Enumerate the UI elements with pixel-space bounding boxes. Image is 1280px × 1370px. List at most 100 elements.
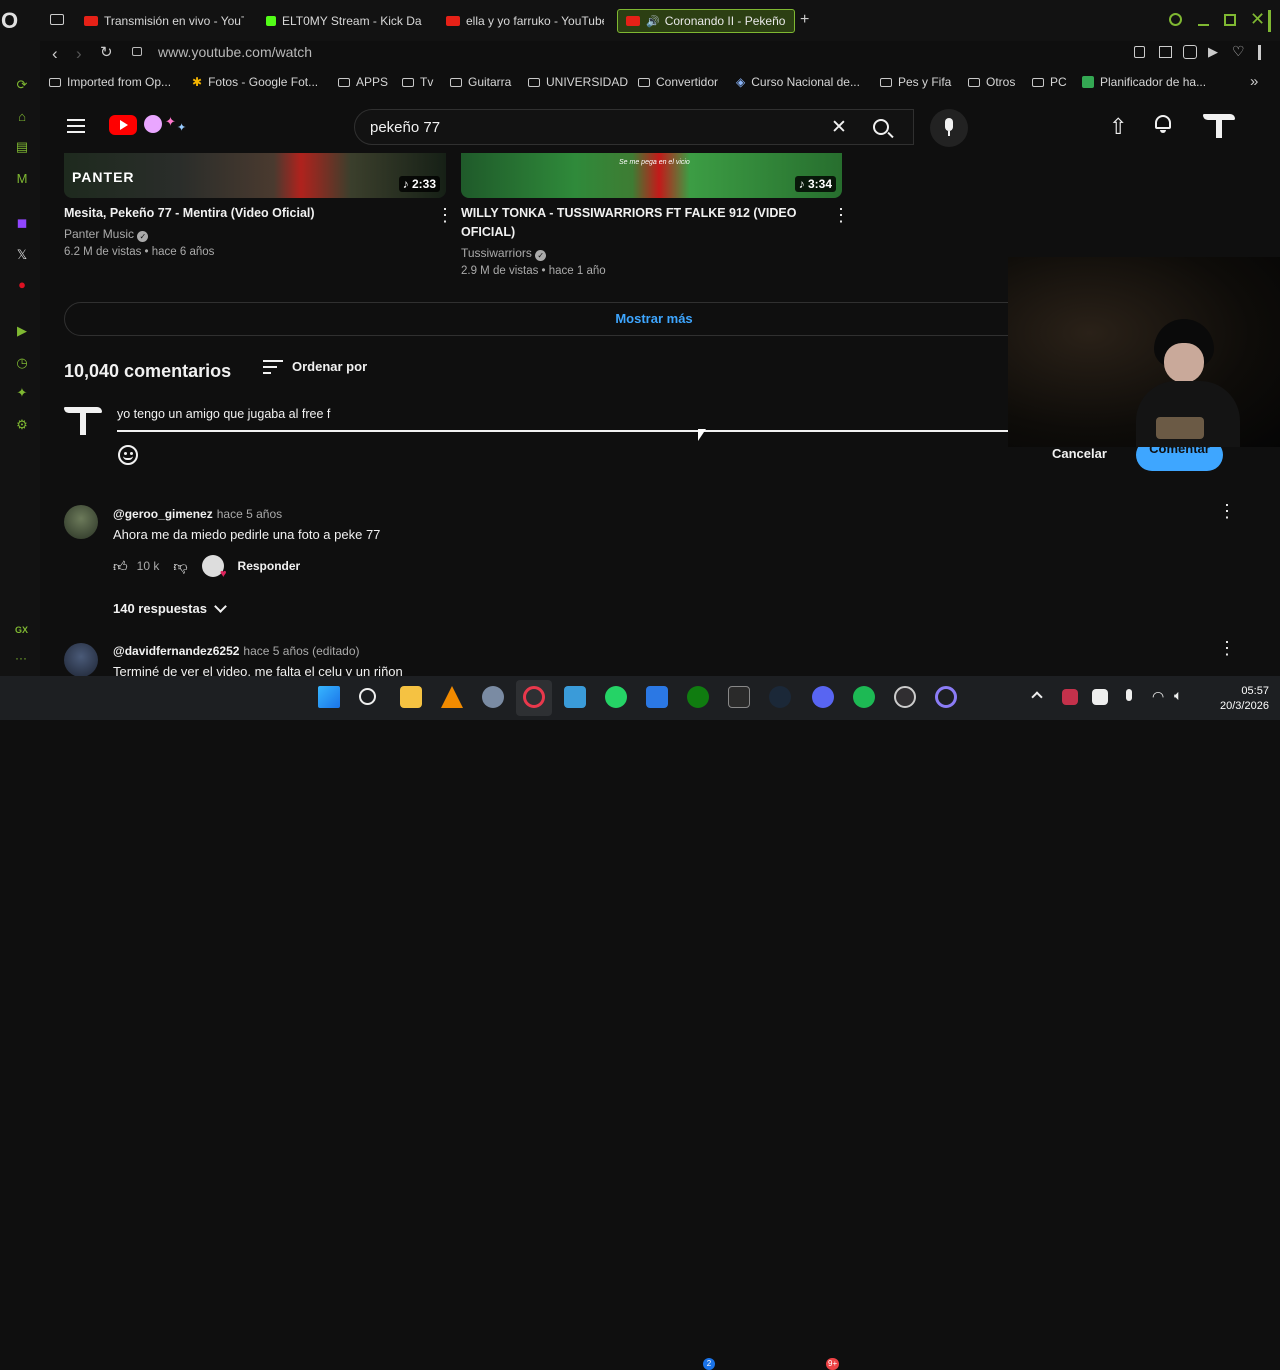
comment-menu-kebab-icon[interactable]: ⋮ — [1218, 639, 1236, 657]
ublock-icon[interactable]: ● — [14, 277, 30, 293]
close-window-icon[interactable]: ✕ — [1250, 9, 1265, 30]
comment-author[interactable]: @geroo_gimenez hace 5 años — [113, 507, 282, 521]
tab-coronando-active[interactable]: 🔊 Coronando II - Pekeño — [617, 9, 795, 33]
video-thumbnail[interactable]: PANTER ♪ 2:33 — [64, 153, 446, 198]
tab-manager-icon[interactable] — [50, 14, 64, 25]
wifi-icon[interactable]: ◠ — [1152, 688, 1164, 705]
tab-youtube-farruko[interactable]: ella y yo farruko - YouTube — [446, 9, 604, 33]
voice-search-button[interactable] — [930, 109, 968, 147]
video-menu-kebab-icon[interactable]: ⋮ — [436, 206, 454, 224]
comment-input-field[interactable]: yo tengo un amigo que jugaba al free f — [117, 407, 330, 421]
youtube-logo-icon[interactable] — [109, 115, 137, 135]
commenter-avatar[interactable] — [64, 643, 98, 676]
microphone-tray-icon[interactable] — [1126, 689, 1132, 701]
upload-icon[interactable]: ⇧ — [1109, 114, 1127, 140]
minimize-icon[interactable] — [1198, 24, 1209, 26]
messenger-icon[interactable]: M — [14, 171, 30, 187]
menu-hamburger-icon[interactable] — [67, 119, 85, 133]
x-twitter-icon[interactable]: 𝕏 — [14, 247, 30, 263]
more-dots-icon[interactable]: ··· — [15, 651, 27, 665]
notifications-bell-icon[interactable] — [1155, 115, 1171, 133]
video-menu-kebab-icon[interactable]: ⋮ — [832, 206, 850, 224]
discord-icon[interactable] — [812, 686, 834, 708]
reply-button[interactable]: Responder — [238, 559, 301, 573]
xbox-icon[interactable] — [687, 686, 709, 708]
sort-comments-button[interactable]: Ordenar por — [263, 359, 367, 374]
history-icon[interactable]: ◷ — [14, 355, 30, 371]
epic-games-icon[interactable] — [728, 686, 750, 708]
comment-author[interactable]: @davidfernandez6252 hace 5 años (editado) — [113, 644, 360, 658]
account-avatar[interactable] — [1203, 112, 1235, 140]
maximize-icon[interactable] — [1224, 14, 1236, 26]
player-icon[interactable]: ▶ — [14, 323, 30, 339]
video-thumbnail[interactable]: Se me pega en el vicio ♪ 3:34 — [461, 153, 842, 198]
bookmark-google-photos[interactable]: ✱ Fotos - Google Fot... — [192, 75, 318, 89]
spotify-icon[interactable] — [853, 686, 875, 708]
bookmark-pc[interactable]: PC — [1032, 75, 1067, 89]
video-title[interactable]: Mesita, Pekeño 77 - Mentira (Video Ofici… — [64, 204, 315, 223]
snapshot-icon[interactable] — [1159, 46, 1172, 58]
tab-kick-stream[interactable]: ELT0MY Stream - Kick Da — [266, 9, 424, 33]
search-tabs-icon[interactable] — [1169, 13, 1182, 26]
channel-name[interactable]: Tussiwarriors ✓ — [461, 246, 547, 261]
tray-font-icon[interactable] — [1092, 689, 1108, 705]
system-clock[interactable]: 05:57 20/3/2026 — [1220, 684, 1269, 714]
search-taskbar-icon[interactable] — [359, 688, 376, 705]
clear-search-icon[interactable]: ✕ — [831, 116, 847, 139]
video-title[interactable]: WILLY TONKA - TUSSIWARRIORS FT FALKE 912… — [461, 204, 801, 242]
obs-icon[interactable] — [894, 686, 916, 708]
bookmarks-overflow-icon[interactable]: » — [1250, 73, 1258, 90]
store-icon[interactable] — [646, 686, 668, 708]
settings-gear-icon[interactable]: ⚙ — [14, 417, 30, 433]
bookmark-convertidor[interactable]: Convertidor — [638, 75, 718, 89]
cancel-comment-button[interactable]: Cancelar — [1052, 446, 1107, 461]
vlc-icon[interactable] — [441, 686, 463, 708]
monitor-app-icon[interactable] — [564, 686, 586, 708]
bookmark-curso-nacional[interactable]: ◈ Curso Nacional de... — [736, 75, 860, 89]
windows-start-icon[interactable] — [318, 686, 340, 708]
twitch-icon[interactable]: ◼ — [14, 215, 30, 231]
tab-youtube-live[interactable]: Transmisión en vivo - YouT — [84, 9, 244, 33]
emoji-picker-icon[interactable] — [118, 445, 140, 467]
pin-icon[interactable] — [1134, 46, 1145, 58]
extensions-sidebar-icon[interactable]: ✦ — [14, 385, 30, 401]
assistant-icon[interactable] — [935, 686, 957, 708]
extensions-icon[interactable] — [1258, 45, 1261, 60]
gx-corner-icon[interactable]: ⌂ — [14, 109, 30, 125]
channel-name[interactable]: Panter Music ✓ — [64, 227, 149, 242]
bookmark-guitarra[interactable]: Guitarra — [450, 75, 511, 89]
dislike-thumb-icon[interactable]: 👎︎ — [173, 558, 187, 575]
file-explorer-icon[interactable] — [400, 686, 422, 708]
back-icon[interactable]: ‹ — [52, 44, 58, 64]
forward-icon[interactable]: › — [76, 44, 82, 64]
whatsapp-icon[interactable] — [605, 686, 627, 708]
commenter-avatar[interactable] — [64, 505, 98, 539]
bookmark-universidad[interactable]: UNIVERSIDAD — [528, 75, 628, 89]
settings-taskbar-icon[interactable] — [482, 686, 504, 708]
bookmark-imported[interactable]: Imported from Op... — [49, 75, 171, 89]
url-field[interactable]: www.youtube.com/watch — [158, 44, 312, 60]
reload-icon[interactable]: ↻ — [100, 43, 113, 61]
bookmark-tv[interactable]: Tv — [402, 75, 433, 89]
bookmark-planificador[interactable]: Planificador de ha... — [1082, 75, 1206, 89]
bookmark-pes-fifa[interactable]: Pes y Fifa — [880, 75, 951, 89]
new-tab-button[interactable]: + — [800, 11, 809, 29]
gx-control-icon[interactable]: ⟳ — [14, 77, 30, 93]
doodle-logo-icon[interactable]: ✦ ✦ — [141, 112, 191, 136]
sidebar-toggle-icon[interactable] — [1268, 10, 1271, 32]
play-icon[interactable]: ▶ — [1208, 44, 1218, 60]
tray-app-icon[interactable] — [1062, 689, 1078, 705]
comment-menu-kebab-icon[interactable]: ⋮ — [1218, 502, 1236, 520]
like-thumb-icon[interactable]: 👍︎ — [113, 558, 128, 575]
adblock-icon[interactable] — [1183, 45, 1197, 59]
tray-chevron-up-icon[interactable] — [1031, 691, 1043, 703]
heart-icon[interactable]: ♡ — [1232, 43, 1245, 60]
volume-icon[interactable]: 🔈︎ — [1174, 687, 1182, 704]
gx-cleaner-icon[interactable]: ▤ — [14, 139, 30, 155]
opera-gx-logo-icon[interactable]: O — [1, 8, 18, 34]
bookmark-apps[interactable]: APPS — [338, 75, 388, 89]
view-replies-button[interactable]: 140 respuestas — [113, 599, 227, 616]
bookmark-otros[interactable]: Otros — [968, 75, 1015, 89]
search-input[interactable]: pekeño 77 ✕ — [354, 109, 914, 145]
steam-icon[interactable] — [769, 686, 791, 708]
